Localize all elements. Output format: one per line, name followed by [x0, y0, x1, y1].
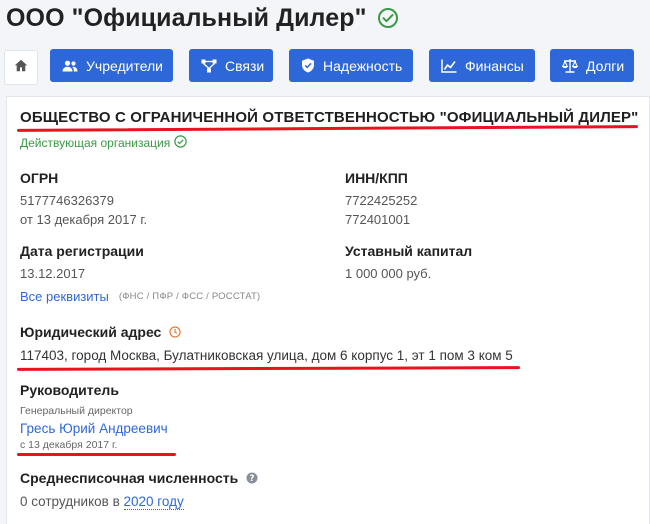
page-header: ООО "Официальный Дилер"	[6, 2, 399, 34]
tab-founders[interactable]: Учредители	[50, 49, 173, 82]
employees-year-link[interactable]: 2020 году	[123, 494, 184, 510]
scales-icon	[562, 58, 578, 73]
registration-label: Дата регистрации	[20, 243, 144, 259]
capital-value: 1 000 000 руб.	[345, 266, 432, 281]
inn-value: 7722425252	[345, 193, 418, 208]
status-text: Действующая организация	[20, 136, 171, 150]
requisites-row: Все реквизиты (ФНС / ПФР / ФСС / РОССТАТ…	[20, 289, 260, 304]
tab-label: Надежность	[323, 57, 403, 74]
tab-label: Связи	[225, 57, 265, 74]
head-since: с 13 декабря 2017 г.	[20, 439, 118, 451]
ogrn-date: от 13 декабря 2017 г.	[20, 212, 148, 227]
employees-label: Среднесписочная численность ?	[20, 470, 258, 487]
chart-icon	[441, 59, 457, 73]
inn-kpp-label: ИНН/КПП	[345, 170, 408, 186]
tab-finance[interactable]: Финансы	[429, 49, 535, 82]
employees-label-text: Среднесписочная численность	[20, 470, 239, 486]
company-full-name: ОБЩЕСТВО С ОГРАНИЧЕННОЙ ОТВЕТСТВЕННОСТЬЮ…	[20, 109, 639, 126]
status-badge: Действующая организация	[20, 135, 187, 151]
employees-value: 0 сотрудников в 2020 году	[20, 494, 184, 510]
network-icon	[201, 59, 217, 73]
tab-home[interactable]	[4, 50, 38, 85]
head-label: Руководитель	[20, 382, 119, 398]
registration-value: 13.12.2017	[20, 266, 86, 281]
requisites-note: (ФНС / ПФР / ФСС / РОССТАТ)	[118, 291, 261, 302]
address-value: 117403, город Москва, Булатниковская ули…	[20, 348, 513, 363]
address-label-text: Юридический адрес	[20, 324, 162, 340]
clock-icon[interactable]	[169, 325, 181, 341]
ogrn-value: 5177746326379	[20, 193, 114, 208]
svg-text:?: ?	[250, 474, 255, 484]
all-requisites-link[interactable]: Все реквизиты	[20, 289, 109, 304]
ogrn-label: ОГРН	[20, 170, 59, 186]
users-icon	[62, 60, 78, 72]
page-title: ООО "Официальный Дилер"	[6, 3, 367, 32]
tab-links[interactable]: Связи	[189, 49, 273, 82]
highlight-underline	[17, 453, 176, 456]
head-name-link[interactable]: Гресь Юрий Андреевич	[20, 421, 168, 436]
head-position: Генеральный директор	[20, 405, 133, 417]
highlight-underline	[16, 125, 639, 132]
tab-bar: Учредители Связи Надежность Финансы Долг…	[0, 48, 650, 88]
tab-debts[interactable]: Долги	[550, 49, 634, 82]
highlight-underline	[16, 366, 521, 371]
shield-icon	[301, 58, 315, 73]
tab-label: Финансы	[465, 57, 524, 74]
status-check-icon	[174, 135, 187, 151]
verified-check-icon	[377, 7, 399, 29]
company-card: ОБЩЕСТВО С ОГРАНИЧЕННОЙ ОТВЕТСТВЕННОСТЬЮ…	[6, 96, 650, 524]
help-icon[interactable]: ?	[246, 471, 258, 487]
home-icon	[14, 59, 28, 77]
tab-label: Долги	[586, 57, 625, 74]
tab-label: Учредители	[86, 57, 164, 74]
tab-reliability[interactable]: Надежность	[289, 49, 413, 82]
employees-count: 0 сотрудников в	[20, 494, 120, 509]
address-label: Юридический адрес	[20, 324, 181, 341]
kpp-value: 772401001	[345, 212, 411, 227]
capital-label: Уставный капитал	[345, 243, 473, 259]
